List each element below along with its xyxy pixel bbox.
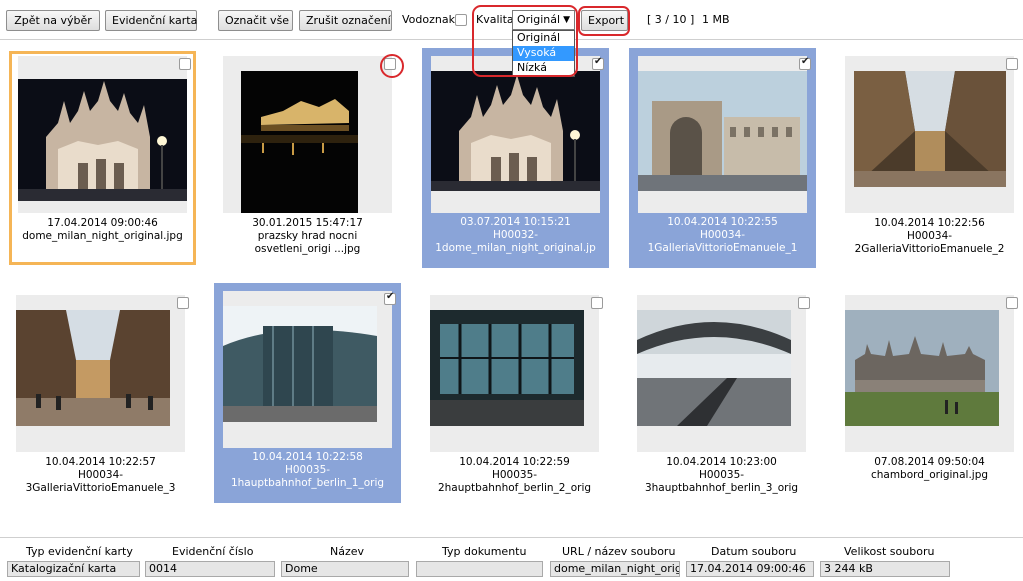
thumbnail-checkbox[interactable] [1006, 58, 1018, 70]
thumbnail-card[interactable]: 10.04.2014 10:22:55 H00034- 1GalleriaVit… [629, 48, 816, 268]
thumbnail-image [845, 310, 1014, 452]
thumbnail-card[interactable]: 10.04.2014 10:22:56 H00034- 2GalleriaVit… [836, 51, 1023, 265]
thumbnail-card[interactable]: 10.04.2014 10:23:00 H00035- 3hauptbahnho… [628, 290, 815, 504]
thumbnail-caption: 10.04.2014 10:22:58 H00035- 1hauptbahnho… [230, 451, 385, 489]
quality-option-original[interactable]: Originál [513, 31, 574, 46]
berlin-hauptbahnhof-photo [223, 306, 392, 448]
info-url-filename-field: dome_milan_night_origir [550, 561, 680, 577]
info-document-type-field [416, 561, 543, 577]
export-size: 1 MB [702, 13, 730, 26]
thumbnail-checkbox[interactable] [592, 56, 604, 70]
quality-selected-value: Originál [517, 13, 561, 26]
thumbnail-caption: 17.04.2014 09:00:46 dome_milan_night_ori… [22, 217, 183, 242]
thumbnail-card[interactable]: 03.07.2014 10:15:21 H00032- 1dome_milan_… [422, 48, 609, 268]
berlin-hauptbahnhof-platform-photo [637, 310, 806, 452]
thumbnail-card[interactable]: 10.04.2014 10:22:59 H00035- 2hauptbahnho… [421, 290, 608, 504]
thumbnail-checkbox[interactable] [799, 56, 811, 70]
info-header-file-size: Velikost souboru [844, 545, 935, 558]
thumbnail-caption: 10.04.2014 10:22:59 H00035- 2hauptbahnho… [437, 456, 592, 494]
thumbnail-image [18, 71, 187, 213]
quality-label: Kvalita [476, 13, 514, 26]
galleria-interior-crowd-photo [16, 310, 185, 452]
export-button[interactable]: Export [581, 10, 628, 31]
thumbnail-checkbox[interactable] [179, 58, 191, 70]
thumbnail-checkbox[interactable] [384, 291, 396, 305]
dropdown-arrow-icon: ▼ [563, 15, 570, 25]
thumbnail-caption: 07.08.2014 09:50:04 chambord_original.jp… [870, 456, 989, 481]
info-header-document-type: Typ dokumentu [442, 545, 527, 558]
thumbnail-card[interactable]: 07.08.2014 09:50:04 chambord_original.jp… [836, 290, 1023, 504]
select-all-button[interactable]: Označit vše [218, 10, 293, 31]
watermark-checkbox[interactable] [455, 14, 467, 26]
thumbnail-caption: 30.01.2015 15:47:17 prazsky hrad nocni o… [252, 217, 363, 255]
info-header-url-filename: URL / název souboru [562, 545, 676, 558]
watermark-label: Vodoznak [402, 13, 455, 26]
thumbnail-image [16, 310, 185, 452]
thumbnail-card[interactable]: 30.01.2015 15:47:17 prazsky hrad nocni o… [214, 51, 401, 265]
info-header-name: Název [330, 545, 365, 558]
info-header-record-number: Evidenční číslo [172, 545, 254, 558]
galleria-vittorio-emanuele-entrance-photo [638, 71, 807, 213]
milan-cathedral-night-photo [18, 71, 187, 213]
record-info-panel: Typ evidenční karty Evidenční číslo Náze… [0, 537, 1023, 581]
thumbnail-caption: 10.04.2014 10:22:57 H00034- 3GalleriaVit… [25, 456, 176, 494]
info-header-card-type: Typ evidenční karty [26, 545, 133, 558]
info-file-date-field: 17.04.2014 09:00:46 [686, 561, 814, 577]
thumbnail-caption: 03.07.2014 10:15:21 H00032- 1dome_milan_… [435, 216, 596, 254]
thumbnail-checkbox[interactable] [591, 297, 603, 309]
quality-select[interactable]: Originál ▼ [512, 10, 575, 30]
thumbnail-image [638, 71, 807, 213]
info-file-size-field: 3 244 kB [820, 561, 950, 577]
thumbnail-card[interactable]: 10.04.2014 10:22:58 H00035- 1hauptbahnho… [214, 283, 401, 503]
berlin-hauptbahnhof-interior-photo [430, 310, 599, 452]
toolbar: Zpět na výběr Evidenční karta Označit vš… [0, 0, 1023, 77]
deselect-all-button[interactable]: Zrušit označení [299, 10, 392, 31]
back-to-selection-button[interactable]: Zpět na výběr [6, 10, 100, 31]
thumbnail-image [637, 310, 806, 452]
thumbnail-checkbox[interactable] [384, 58, 396, 70]
quality-option-low[interactable]: Nízká [513, 61, 574, 76]
thumbnail-image [431, 71, 600, 213]
quality-option-high[interactable]: Vysoká [513, 46, 574, 61]
page-counter: [ 3 / 10 ] [647, 13, 695, 26]
info-record-number-field: 0014 [145, 561, 275, 577]
info-card-type-field: Katalogizační karta [7, 561, 140, 577]
prague-castle-night-photo [223, 71, 392, 213]
thumbnail-caption: 10.04.2014 10:23:00 H00035- 3hauptbahnho… [644, 456, 799, 494]
thumbnail-image [223, 306, 392, 448]
galleria-vittorio-emanuele-interior-photo [845, 71, 1014, 213]
chambord-castle-photo [845, 310, 1014, 452]
thumbnail-image [223, 71, 392, 213]
info-name-field: Dome [281, 561, 409, 577]
thumbnail-caption: 10.04.2014 10:22:55 H00034- 1GalleriaVit… [647, 216, 798, 254]
thumbnail-card[interactable]: 17.04.2014 09:00:46 dome_milan_night_ori… [9, 51, 196, 265]
thumbnail-checkbox[interactable] [798, 297, 810, 309]
info-header-file-date: Datum souboru [711, 545, 797, 558]
thumbnail-checkbox[interactable] [1006, 297, 1018, 309]
thumbnail-checkbox[interactable] [177, 297, 189, 309]
thumbnail-image [430, 310, 599, 452]
milan-cathedral-night-photo [431, 71, 600, 213]
record-card-button[interactable]: Evidenční karta [105, 10, 197, 31]
thumbnail-caption: 10.04.2014 10:22:56 H00034- 2GalleriaVit… [854, 217, 1005, 255]
quality-dropdown-list: Originál Vysoká Nízká [512, 30, 575, 77]
thumbnail-image [845, 71, 1014, 213]
thumbnail-card[interactable]: 10.04.2014 10:22:57 H00034- 3GalleriaVit… [7, 290, 194, 504]
